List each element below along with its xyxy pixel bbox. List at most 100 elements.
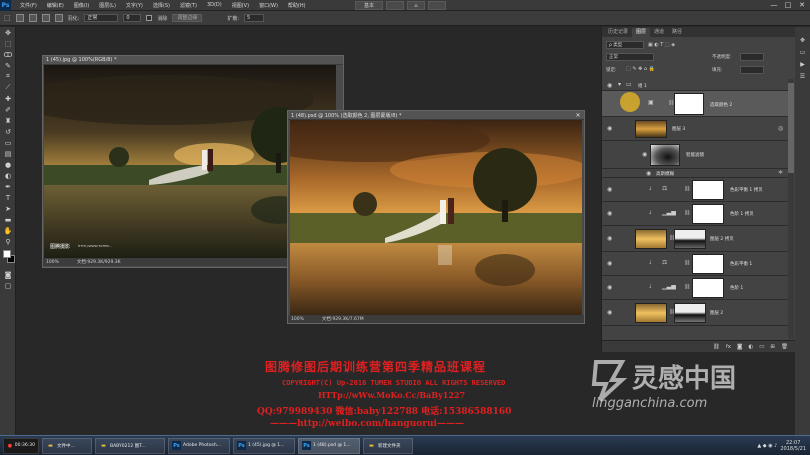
mask-thumbnail[interactable] — [692, 278, 724, 298]
clock[interactable]: 22:07 2018/5/21 — [780, 440, 806, 452]
subtract-selection-icon[interactable] — [41, 14, 50, 22]
lasso-icon[interactable]: ↀ — [0, 49, 16, 60]
menu-view[interactable]: 视图(V) — [227, 2, 254, 9]
filter-options-icon[interactable]: ≑ — [778, 169, 783, 176]
history-panel-icon[interactable]: ▭ — [795, 49, 810, 61]
mask-thumbnail[interactable] — [674, 93, 704, 115]
doc2-title-bar[interactable]: 1 (48).psd @ 100% (选取颜色 2, 图层蒙版/8) * ✕ — [288, 111, 584, 120]
shape-icon[interactable]: ▬ — [0, 214, 16, 225]
history-brush-icon[interactable]: ↺ — [0, 126, 16, 137]
taskbar-item-new-folder[interactable]: ▬ 新建文件夹 — [363, 437, 413, 454]
mask-thumbnail[interactable] — [692, 254, 724, 274]
properties-panel-icon[interactable]: ☰ — [795, 73, 810, 85]
filter-icons[interactable]: ▣ ◐ T ⬚ ◈ — [648, 42, 675, 48]
close-button[interactable]: ✕ — [795, 0, 809, 11]
zoom-icon[interactable]: ⚲ — [0, 236, 16, 247]
tab-paths[interactable]: 路径 — [668, 28, 686, 37]
menu-edit[interactable]: 编辑(E) — [42, 2, 69, 9]
tab-channels[interactable]: 通道 — [650, 28, 668, 37]
mask-thumbnail[interactable] — [674, 229, 706, 249]
new-layer-icon[interactable]: ⊞ — [770, 344, 775, 350]
fx-icon[interactable]: fx — [726, 344, 731, 350]
taskbar-item-recorder[interactable]: ● 00:36:30 — [3, 437, 39, 454]
taskbar-item-folder-1[interactable]: ▬ 文件中... — [42, 437, 92, 454]
path-select-icon[interactable]: ➤ — [0, 203, 16, 214]
layer-filter-select[interactable]: ρ 类型 — [606, 41, 644, 49]
tab-history[interactable]: 历史记录 — [604, 28, 632, 37]
document-window-2[interactable]: 1 (48).psd @ 100% (选取颜色 2, 图层蒙版/8) * ✕ 1… — [287, 110, 585, 324]
visibility-eye-icon[interactable]: ◉ — [607, 186, 614, 193]
visibility-eye-icon[interactable]: ◉ — [646, 170, 653, 177]
doc1-zoom[interactable]: 100% — [46, 260, 59, 265]
trash-icon[interactable]: 🗑 — [781, 344, 788, 350]
visibility-eye-icon[interactable]: ◉ — [642, 151, 649, 158]
gradient-icon[interactable]: ▤ — [0, 148, 16, 159]
doc2-zoom[interactable]: 100% — [291, 317, 304, 322]
color-swatches[interactable] — [0, 247, 15, 269]
mask-thumbnail[interactable] — [692, 204, 724, 224]
blur-icon[interactable]: ● — [0, 159, 16, 170]
screen-mode-icon[interactable]: ▢ — [0, 280, 16, 291]
opacity-field[interactable] — [740, 53, 764, 61]
taskbar-item-doc2[interactable]: Ps 1 (48).psd @ 1... — [298, 437, 360, 454]
menu-window[interactable]: 窗口(W) — [254, 2, 283, 9]
menu-file[interactable]: 文件(F) — [15, 2, 42, 9]
workspace-slot-4[interactable] — [428, 1, 446, 10]
menu-image[interactable]: 图像(I) — [69, 2, 94, 9]
taskbar-item-doc1[interactable]: Ps 1 (45).jpg @ 1... — [233, 437, 295, 454]
dodge-icon[interactable]: ◐ — [0, 170, 16, 181]
quick-select-icon[interactable]: ✎ — [0, 60, 16, 71]
eraser-icon[interactable]: ▭ — [0, 137, 16, 148]
doc2-close-icon[interactable]: ✕ — [572, 112, 584, 119]
pen-icon[interactable]: ✒ — [0, 181, 16, 192]
layer-row-levels[interactable]: ◉ ↓ ▁▃▅ ⛓ 色阶 1 — [602, 276, 788, 300]
layer-row-selective-color-2[interactable]: ▣ ⛓ 选取颜色 2 — [602, 91, 788, 117]
visibility-eye-icon[interactable]: ◉ — [607, 82, 614, 89]
layer-row-color-balance-copy[interactable]: ◉ ↓ ⚖ ⛓ 色彩平衡 1 拷贝 — [602, 178, 788, 202]
layer-row-layer-3[interactable]: ◉ 图层 3 ◎ — [602, 117, 788, 141]
minimize-button[interactable]: — — [767, 0, 781, 11]
mode-select[interactable]: 正常 — [84, 14, 119, 22]
lock-icons[interactable]: ⬚ ✎ ✥ ⌂ 🔒 — [626, 66, 655, 72]
new-selection-icon[interactable] — [15, 14, 24, 22]
mask-thumbnail[interactable] — [674, 303, 706, 323]
expand-chevron-icon[interactable]: ▾ — [618, 81, 621, 88]
menu-help[interactable]: 帮助(H) — [283, 2, 311, 9]
visibility-eye-icon[interactable]: ◉ — [607, 309, 614, 316]
doc1-title-bar[interactable]: 1 (45).jpg @ 100%(RGB/8) * — [43, 56, 343, 65]
eyedropper-icon[interactable]: ⟋ — [0, 82, 16, 93]
visibility-eye-icon[interactable]: ◉ — [607, 260, 614, 267]
layer-row-smart-filters[interactable]: ◉ 智能滤镜 — [602, 141, 788, 169]
menu-3d[interactable]: 3D(D) — [202, 2, 227, 8]
workspace-slot-2[interactable] — [386, 1, 404, 10]
fill-field[interactable] — [740, 66, 764, 74]
play-action-icon[interactable]: ▶ — [795, 61, 810, 73]
type-icon[interactable]: T — [0, 192, 16, 203]
marquee-icon[interactable]: ⬚ — [0, 38, 16, 49]
add-selection-icon[interactable] — [28, 14, 37, 22]
layer-row-color-balance[interactable]: ◉ ↓ ⚖ ⛓ 色彩平衡 1 — [602, 252, 788, 276]
filter-mask-thumbnail[interactable] — [650, 144, 680, 166]
link-layers-icon[interactable]: ⛓ — [713, 344, 720, 350]
adjustments-panel-icon[interactable]: ✥ — [795, 37, 810, 49]
quick-mask-icon[interactable]: ◙ — [0, 269, 16, 280]
menu-type[interactable]: 文字(Y) — [121, 2, 148, 9]
tray-icons[interactable]: ▲ ◆ ◉ ♪ — [757, 443, 777, 449]
add-mask-icon[interactable]: ◙ — [737, 344, 742, 350]
home-icon[interactable]: ⌂ — [407, 1, 425, 10]
taskbar-item-photoshop[interactable]: Ps Adobe Photosh... — [168, 437, 230, 454]
layer-row-levels-copy[interactable]: ◉ ↓ ▁▃▅ ⛓ 色阶 1 拷贝 — [602, 202, 788, 226]
visibility-eye-icon[interactable]: ◉ — [607, 235, 614, 242]
menu-layer[interactable]: 图层(L) — [94, 2, 121, 9]
workspace-basic[interactable]: 基本 — [355, 1, 383, 10]
visibility-eye-icon[interactable]: ◉ — [607, 284, 614, 291]
visibility-eye-icon[interactable]: ◉ — [607, 210, 614, 217]
new-adjustment-icon[interactable]: ◐ — [748, 344, 753, 350]
taskbar-item-folder-2[interactable]: ▬ BABY0212 图T... — [95, 437, 165, 454]
foreground-color[interactable] — [3, 250, 11, 258]
hand-icon[interactable]: ✋ — [0, 225, 16, 236]
doc2-canvas[interactable] — [290, 120, 582, 315]
layer-row-layer-2[interactable]: ◉ ⛓ 图层 2 — [602, 300, 788, 326]
menu-filter[interactable]: 滤镜(T) — [175, 2, 202, 9]
maximize-button[interactable]: □ — [781, 0, 795, 11]
